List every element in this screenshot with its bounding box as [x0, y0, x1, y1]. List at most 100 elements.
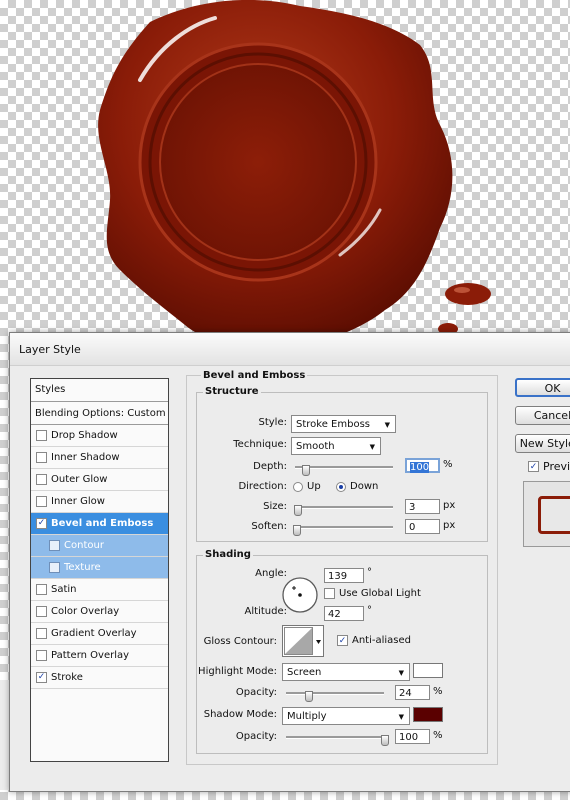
highlight-mode-value: Screen: [287, 667, 322, 678]
structure-group: Structure Style: Stroke Emboss ▼ Techniqu…: [196, 386, 488, 542]
style-item-label: Outer Glow: [51, 474, 108, 485]
shadow-mode-dropdown[interactable]: Multiply ▼: [282, 707, 410, 725]
gradient-overlay-checkbox[interactable]: [36, 628, 47, 639]
style-item-satin[interactable]: Satin: [31, 579, 168, 601]
style-item-label: Texture: [64, 562, 101, 573]
styles-list: Styles Blending Options: Custom Drop Sha…: [30, 378, 169, 762]
size-unit: px: [443, 500, 456, 511]
size-input[interactable]: 3: [405, 499, 440, 514]
angle-value: 139: [328, 571, 348, 582]
highlight-opacity-slider-track[interactable]: [286, 692, 384, 695]
altitude-input[interactable]: 42: [324, 606, 364, 621]
highlight-opacity-slider-thumb[interactable]: [305, 691, 313, 702]
style-item-color-overlay[interactable]: Color Overlay: [31, 601, 168, 623]
soften-input[interactable]: 0: [405, 519, 440, 534]
size-slider-thumb[interactable]: [294, 505, 302, 516]
color-overlay-checkbox[interactable]: [36, 606, 47, 617]
dialog-titlebar[interactable]: Layer Style: [10, 333, 570, 366]
highlight-opacity-unit: %: [433, 686, 443, 697]
style-item-label: Pattern Overlay: [51, 650, 130, 661]
drop-shadow-checkbox[interactable]: [36, 430, 47, 441]
style-item-drop-shadow[interactable]: Drop Shadow: [31, 425, 168, 447]
gloss-contour-label: Gloss Contour:: [203, 636, 277, 647]
contour-checkbox[interactable]: [49, 540, 60, 551]
altitude-unit: °: [367, 605, 372, 616]
texture-checkbox[interactable]: [49, 562, 60, 573]
soften-label: Soften:: [251, 521, 287, 532]
style-item-bevel-emboss[interactable]: ✓ Bevel and Emboss: [31, 513, 168, 535]
new-style-button[interactable]: New Style...: [515, 434, 570, 453]
technique-label: Technique:: [233, 439, 287, 450]
seal-inner-disc: [159, 63, 357, 261]
inner-glow-checkbox[interactable]: [36, 496, 47, 507]
highlight-mode-dropdown[interactable]: Screen ▼: [282, 663, 410, 681]
style-item-texture[interactable]: Texture: [31, 557, 168, 579]
highlight-opacity-input[interactable]: 24: [395, 685, 430, 700]
shadow-opacity-slider-thumb[interactable]: [381, 735, 389, 746]
style-item-contour[interactable]: Contour: [31, 535, 168, 557]
style-item-label: Inner Shadow: [51, 452, 120, 463]
depth-label: Depth:: [253, 461, 287, 472]
angle-label: Angle:: [255, 568, 287, 579]
angle-input[interactable]: 139: [324, 568, 364, 583]
stroke-checkbox[interactable]: ✓: [36, 672, 47, 683]
style-item-pattern-overlay[interactable]: Pattern Overlay: [31, 645, 168, 667]
depth-value: 100: [410, 462, 430, 473]
shadow-opacity-input[interactable]: 100: [395, 729, 430, 744]
chevron-down-icon: ▼: [398, 669, 404, 677]
style-item-inner-glow[interactable]: Inner Glow: [31, 491, 168, 513]
size-slider-track[interactable]: [295, 506, 393, 509]
ok-button[interactable]: OK: [515, 378, 570, 397]
highlight-color-swatch[interactable]: [413, 663, 443, 678]
shadow-mode-value: Multiply: [287, 711, 327, 722]
style-item-label: Color Overlay: [51, 606, 120, 617]
structure-title: Structure: [203, 386, 261, 397]
layer-style-dialog: Layer Style Styles Blending Options: Cus…: [9, 332, 570, 792]
preview-checkbox[interactable]: ✓: [528, 461, 539, 472]
shadow-color-swatch[interactable]: [413, 707, 443, 722]
chevron-down-icon: ▼: [398, 713, 404, 721]
style-label: Style:: [258, 417, 288, 428]
pattern-overlay-checkbox[interactable]: [36, 650, 47, 661]
style-item-outer-glow[interactable]: Outer Glow: [31, 469, 168, 491]
outer-glow-checkbox[interactable]: [36, 474, 47, 485]
technique-value: Smooth: [296, 441, 335, 452]
bevel-emboss-checkbox[interactable]: ✓: [36, 518, 47, 529]
blending-options-item[interactable]: Blending Options: Custom: [31, 403, 168, 425]
direction-label: Direction:: [238, 481, 287, 492]
style-dropdown[interactable]: Stroke Emboss ▼: [291, 415, 396, 433]
size-label: Size:: [263, 501, 287, 512]
style-item-label: Satin: [51, 584, 77, 595]
technique-dropdown[interactable]: Smooth ▼: [291, 437, 381, 455]
direction-up-label: Up: [307, 481, 321, 492]
anti-aliased-label: Anti-aliased: [352, 635, 412, 646]
direction-up-radio[interactable]: [293, 482, 303, 492]
highlight-opacity-value: 24: [399, 688, 412, 699]
anti-aliased-checkbox[interactable]: ✓: [337, 635, 348, 646]
soften-slider-track[interactable]: [295, 526, 393, 529]
size-value: 3: [409, 502, 416, 513]
section-title: Bevel and Emboss: [201, 370, 308, 381]
style-preview-thumbnail: [538, 496, 570, 534]
cancel-button[interactable]: Cancel: [515, 406, 570, 425]
use-global-light-checkbox[interactable]: [324, 588, 335, 599]
depth-slider-thumb[interactable]: [302, 465, 310, 476]
shadow-opacity-slider-track[interactable]: [286, 736, 384, 739]
style-item-label: Inner Glow: [51, 496, 105, 507]
style-item-label: Contour: [64, 540, 104, 551]
chevron-down-icon: ▼: [369, 443, 375, 451]
highlight-opacity-label: Opacity:: [235, 687, 277, 698]
soften-slider-thumb[interactable]: [293, 525, 301, 536]
style-item-inner-shadow[interactable]: Inner Shadow: [31, 447, 168, 469]
depth-input[interactable]: 100: [405, 458, 440, 473]
direction-down-radio[interactable]: [336, 482, 346, 492]
satin-checkbox[interactable]: [36, 584, 47, 595]
shading-group: Shading Angle: 139 ° Use Global Light Al…: [196, 549, 488, 754]
style-value: Stroke Emboss: [296, 419, 370, 430]
style-item-label: Drop Shadow: [51, 430, 118, 441]
style-item-gradient-overlay[interactable]: Gradient Overlay: [31, 623, 168, 645]
style-item-stroke[interactable]: ✓ Stroke: [31, 667, 168, 689]
inner-shadow-checkbox[interactable]: [36, 452, 47, 463]
styles-header[interactable]: Styles: [31, 379, 168, 402]
gloss-contour-picker[interactable]: [282, 625, 324, 657]
